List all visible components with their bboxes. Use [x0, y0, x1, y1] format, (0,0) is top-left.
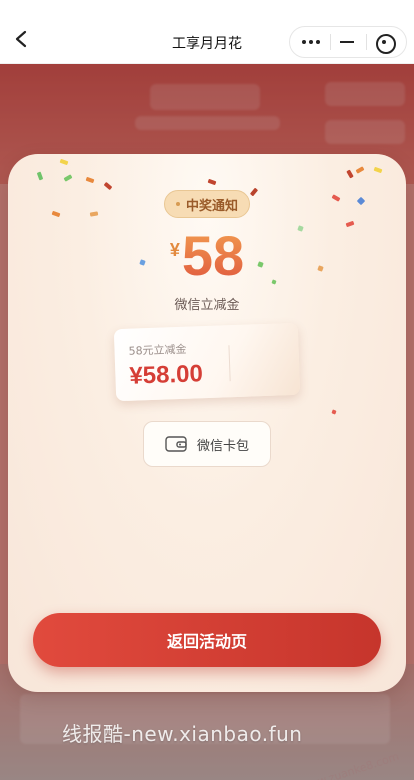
- coupon-value: ¥58.00: [128, 360, 204, 390]
- badge-dot-icon: [175, 202, 180, 206]
- amount-caption: 微信立减金: [174, 298, 240, 313]
- prize-notice-badge: 中奖通知: [164, 190, 250, 218]
- confetti-piece: [89, 211, 99, 217]
- prize-amount: ¥ 58: [8, 228, 406, 284]
- coupon-card: 58元立减金 ¥58.00: [113, 322, 301, 402]
- confetti-piece: [207, 178, 217, 186]
- more-dots-icon[interactable]: [298, 32, 326, 52]
- coupon-divider: [228, 345, 231, 382]
- confetti-piece: [249, 187, 259, 197]
- confetti-piece: [36, 171, 44, 181]
- wechat-card-wallet-button[interactable]: 微信卡包: [143, 421, 271, 467]
- coupon-name: 58元立减金: [128, 342, 187, 358]
- confetti-piece: [373, 166, 383, 174]
- confetti-piece: [103, 181, 113, 191]
- confetti-piece: [51, 210, 61, 218]
- return-to-activity-button[interactable]: 返回活动页: [33, 613, 381, 667]
- top-navbar: 工享月月花: [0, 0, 414, 64]
- confetti-piece: [345, 220, 355, 228]
- mini-program-capsule: [289, 26, 407, 58]
- confetti-piece: [85, 176, 95, 184]
- prize-modal: 中奖通知 ¥ 58 微信立减金 58元立减金 ¥58.00 微信卡包 返回活动页: [8, 154, 406, 692]
- confetti-piece: [331, 409, 337, 415]
- currency-symbol: ¥: [169, 240, 180, 260]
- confetti-piece: [355, 166, 365, 174]
- close-target-icon[interactable]: [370, 32, 398, 54]
- amount-value: 58: [181, 224, 245, 287]
- watermark-text: 线报酷-new.xianbao.fun: [62, 722, 303, 746]
- wallet-button-label: 微信卡包: [196, 438, 249, 454]
- confetti-piece: [346, 169, 354, 179]
- capsule-separator: [329, 34, 331, 50]
- confetti-piece: [331, 194, 341, 202]
- minimize-icon[interactable]: [334, 32, 362, 52]
- badge-label: 中奖通知: [185, 198, 238, 214]
- confetti-piece: [356, 196, 366, 206]
- confetti-piece: [63, 174, 73, 182]
- wallet-icon: [165, 436, 187, 452]
- capsule-separator: [365, 34, 367, 50]
- confetti-piece: [59, 158, 69, 166]
